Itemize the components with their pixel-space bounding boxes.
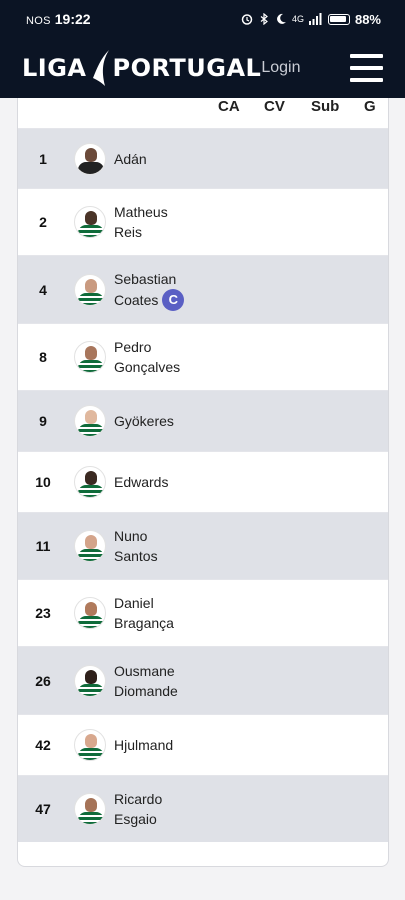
player-avatar[interactable] bbox=[74, 405, 106, 437]
menu-icon[interactable] bbox=[350, 54, 383, 82]
battery-percentage: 88% bbox=[354, 11, 381, 27]
player-last-name: Reis bbox=[114, 224, 143, 240]
player-row[interactable]: 4 Sebastian Coates C bbox=[18, 255, 388, 323]
player-number: 47 bbox=[35, 801, 51, 817]
player-last-name: Gonçalves bbox=[114, 359, 181, 375]
player-row[interactable]: 47 Ricardo Esgaio bbox=[18, 775, 388, 842]
player-row[interactable]: 9 Gyökeres bbox=[18, 390, 388, 451]
moon-icon bbox=[277, 13, 286, 24]
player-row[interactable]: 2 Matheus Reis bbox=[18, 188, 388, 255]
alarm-icon bbox=[241, 14, 253, 25]
player-row[interactable]: 26 Ousmane Diomande bbox=[18, 646, 388, 714]
player-avatar[interactable] bbox=[74, 142, 106, 175]
column-header-cv: CV bbox=[264, 98, 285, 115]
player-name[interactable]: Edwards bbox=[114, 472, 234, 492]
player-number: 26 bbox=[35, 672, 51, 689]
captain-badge: C bbox=[162, 288, 185, 311]
player-first-name: Adán bbox=[114, 150, 147, 167]
signal-icon bbox=[308, 13, 322, 25]
player-number: 42 bbox=[35, 737, 51, 753]
logo-swoosh-icon bbox=[92, 50, 109, 86]
player-name[interactable]: Matheus Reis bbox=[114, 202, 234, 242]
player-first-name: Gyökeres bbox=[114, 413, 174, 429]
player-name[interactable]: Pedro Gonçalves bbox=[114, 337, 234, 377]
player-name[interactable]: Ousmane Diomande bbox=[114, 661, 234, 701]
player-number: 1 bbox=[39, 150, 47, 167]
player-number: 10 bbox=[35, 474, 51, 490]
player-row[interactable]: 42 Hjulmand bbox=[18, 714, 388, 775]
player-number: 9 bbox=[39, 413, 47, 429]
player-avatar[interactable] bbox=[74, 341, 106, 373]
player-number: 2 bbox=[39, 214, 47, 230]
clock: 19:22 bbox=[54, 11, 91, 27]
player-name[interactable]: Nuno Santos bbox=[114, 526, 234, 566]
logo-text-left: LIGA bbox=[22, 54, 87, 82]
battery-icon bbox=[327, 13, 350, 25]
player-number: 4 bbox=[39, 281, 47, 298]
player-avatar[interactable] bbox=[74, 597, 106, 629]
player-avatar[interactable] bbox=[74, 466, 106, 498]
logo-text-right: PORTUGAL bbox=[112, 54, 262, 82]
player-name[interactable]: Adán bbox=[114, 149, 234, 169]
player-last-name: Coates bbox=[114, 291, 159, 308]
bluetooth-icon bbox=[260, 13, 268, 25]
status-bar: NOS 19:22 4G 88% bbox=[0, 0, 405, 38]
player-avatar[interactable] bbox=[74, 206, 106, 238]
liga-portugal-logo[interactable]: LIGA PORTUGAL bbox=[22, 48, 261, 88]
column-headers: CA CV Sub G bbox=[18, 98, 388, 128]
column-header-g: G bbox=[364, 98, 376, 115]
column-header-ca: CA bbox=[218, 98, 240, 115]
player-name[interactable]: Sebastian Coates C bbox=[114, 269, 234, 311]
player-last-name: Santos bbox=[114, 548, 158, 564]
player-last-name: Bragança bbox=[114, 615, 174, 631]
player-first-name: Ousmane bbox=[114, 662, 175, 679]
player-row[interactable]: 11 Nuno Santos bbox=[18, 512, 388, 579]
player-list: 1 Adán 2 Matheus Reis 4 Sebastian Coates C 8 Pedro… bbox=[18, 128, 388, 842]
player-first-name: Daniel bbox=[114, 595, 154, 611]
player-avatar[interactable] bbox=[74, 729, 106, 761]
login-link[interactable]: Login bbox=[261, 59, 300, 77]
player-avatar[interactable] bbox=[74, 664, 106, 697]
player-number: 11 bbox=[35, 538, 51, 554]
lineup-card: CA CV Sub G 1 Adán 2 Matheus Reis 4 Sebastian C… bbox=[17, 98, 389, 867]
player-row[interactable]: 10 Edwards bbox=[18, 451, 388, 512]
player-name[interactable]: Gyökeres bbox=[114, 411, 234, 431]
player-first-name: Sebastian bbox=[114, 270, 177, 287]
column-header-sub: Sub bbox=[311, 98, 340, 115]
player-name[interactable]: Daniel Bragança bbox=[114, 593, 234, 633]
network-type: 4G bbox=[291, 14, 304, 24]
player-number: 8 bbox=[39, 349, 47, 365]
player-row[interactable]: 8 Pedro Gonçalves bbox=[18, 323, 388, 390]
player-avatar[interactable] bbox=[74, 530, 106, 562]
player-avatar[interactable] bbox=[74, 273, 106, 306]
player-first-name: Pedro bbox=[114, 339, 152, 355]
player-first-name: Edwards bbox=[114, 474, 169, 490]
player-first-name: Nuno bbox=[114, 528, 148, 544]
status-right: 4G 88% bbox=[241, 12, 381, 27]
player-number: 23 bbox=[35, 605, 51, 621]
player-first-name: Ricardo bbox=[114, 791, 163, 807]
player-last-name: Esgaio bbox=[114, 811, 157, 827]
player-first-name: Hjulmand bbox=[114, 737, 174, 753]
player-name[interactable]: Ricardo Esgaio bbox=[114, 789, 234, 829]
player-last-name: Diomande bbox=[114, 682, 178, 699]
player-name[interactable]: Hjulmand bbox=[114, 735, 234, 755]
player-row[interactable]: 1 Adán bbox=[18, 128, 388, 188]
player-row[interactable]: 23 Daniel Bragança bbox=[18, 579, 388, 646]
status-left: NOS 19:22 bbox=[26, 11, 91, 27]
app-header: LIGA PORTUGAL Login bbox=[0, 38, 405, 98]
player-avatar[interactable] bbox=[74, 793, 106, 825]
player-first-name: Matheus bbox=[114, 204, 168, 220]
carrier-label: NOS bbox=[26, 15, 51, 27]
